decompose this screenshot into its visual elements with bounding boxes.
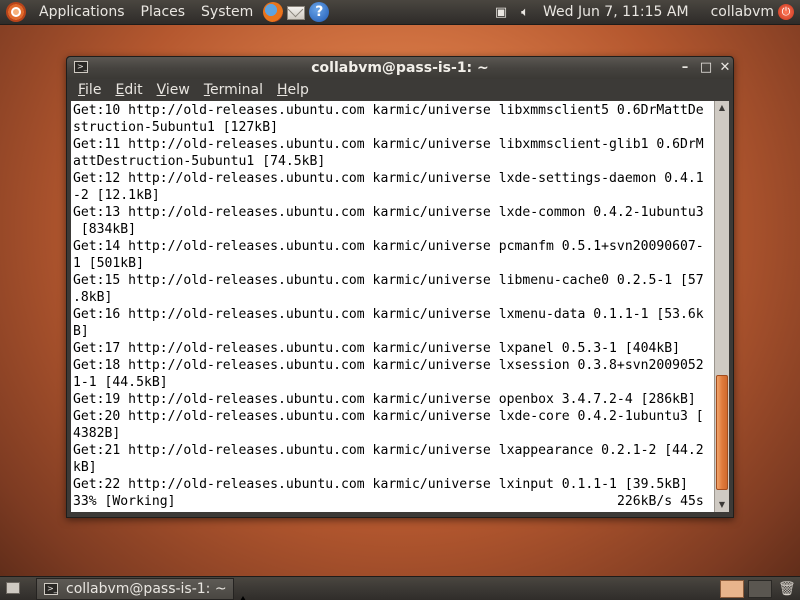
menu-edit[interactable]: Edit [108,79,149,101]
terminal-line: 1-1 [44.5kB] [73,375,168,390]
firefox-launcher-icon[interactable] [263,2,284,22]
user-menu[interactable]: collabvm [699,4,778,20]
mouse-pointer-icon [240,596,246,600]
help-launcher-icon[interactable]: ? [309,2,330,22]
terminal-line: Get:15 http://old-releases.ubuntu.com ka… [73,273,704,288]
clock[interactable]: Wed Jun 7, 11:15 AM [537,4,699,20]
terminal-line: 1 [501kB] [73,256,144,271]
terminal-icon: >_ [44,583,58,595]
terminal-line: Get:17 http://old-releases.ubuntu.com ka… [73,341,680,356]
volume-icon[interactable]: 🔈︎ [517,4,533,20]
places-menu[interactable]: Places [133,0,194,24]
terminal-line: Get:10 http://old-releases.ubuntu.com ka… [73,103,704,118]
workspace-2[interactable] [748,580,772,598]
terminal-line: attDestruction-5ubuntu1 [74.5kB] [73,154,326,169]
window-title: collabvm@pass-is-1: ~ [311,60,489,76]
scroll-thumb[interactable] [716,375,728,490]
terminal-line: .8kB] [73,290,113,305]
terminal-menubar: File Edit View Terminal Help [71,79,729,101]
terminal-line: Get:22 http://old-releases.ubuntu.com ka… [73,477,688,492]
menu-terminal[interactable]: Terminal [197,79,270,101]
terminal-line: [834kB] [73,222,137,237]
terminal-window: >_ collabvm@pass-is-1: ~ – □ ✕ File Edit… [66,56,734,518]
menu-file[interactable]: File [71,79,108,101]
terminal-scrollbar[interactable]: ▲ ▼ [714,101,729,512]
window-list-icon[interactable]: ▣ [493,4,509,20]
menu-view[interactable]: View [150,79,197,101]
minimize-button[interactable]: – [675,59,695,77]
terminal-line: Get:13 http://old-releases.ubuntu.com ka… [73,205,704,220]
status-speed: 226kB/s 45s [617,494,704,509]
system-menu[interactable]: System [193,0,261,24]
maximize-button[interactable]: □ [696,59,716,77]
trash-icon[interactable]: 🗑︎ [778,580,796,598]
mail-launcher-icon[interactable] [287,6,306,20]
status-progress: 33% [Working] [73,494,176,509]
terminal-line: B] [73,324,89,339]
menu-help[interactable]: Help [270,79,316,101]
bottom-panel: >_ collabvm@pass-is-1: ~ 🗑︎ [0,576,800,600]
terminal-line: Get:18 http://old-releases.ubuntu.com ka… [73,358,704,373]
terminal-line: Get:16 http://old-releases.ubuntu.com ka… [73,307,704,322]
terminal-line: Get:20 http://old-releases.ubuntu.com ka… [73,409,704,424]
terminal-output[interactable]: Get:10 http://old-releases.ubuntu.com ka… [71,101,714,512]
show-desktop-icon[interactable] [6,582,20,594]
scroll-down-icon[interactable]: ▼ [715,498,729,512]
terminal-line: struction-5ubuntu1 [127kB] [73,120,278,135]
taskbar-terminal-label: collabvm@pass-is-1: ~ [66,581,227,597]
terminal-line: Get:21 http://old-releases.ubuntu.com ka… [73,443,704,458]
terminal-lines: Get:10 http://old-releases.ubuntu.com ka… [73,102,704,510]
terminal-line: 4382B] [73,426,121,441]
ubuntu-logo-icon[interactable] [6,2,26,22]
terminal-line: Get:14 http://old-releases.ubuntu.com ka… [73,239,704,254]
terminal-line: Get:11 http://old-releases.ubuntu.com ka… [73,137,704,152]
terminal-status-line: 33% [Working] 226kB/s 45s [73,493,704,510]
power-icon[interactable]: ⏻ [778,4,794,20]
scroll-up-icon[interactable]: ▲ [715,101,729,115]
terminal-line: Get:19 http://old-releases.ubuntu.com ka… [73,392,696,407]
window-titlebar[interactable]: >_ collabvm@pass-is-1: ~ – □ ✕ [67,57,733,79]
terminal-line: kB] [73,460,97,475]
taskbar-terminal-button[interactable]: >_ collabvm@pass-is-1: ~ [36,578,234,600]
close-button[interactable]: ✕ [715,59,735,77]
workspace-1[interactable] [720,580,744,598]
terminal-line: -2 [12.1kB] [73,188,160,203]
terminal-line: Get:12 http://old-releases.ubuntu.com ka… [73,171,704,186]
top-panel: Applications Places System ? ▣ 🔈︎ Wed Ju… [0,0,800,25]
applications-menu[interactable]: Applications [31,0,133,24]
